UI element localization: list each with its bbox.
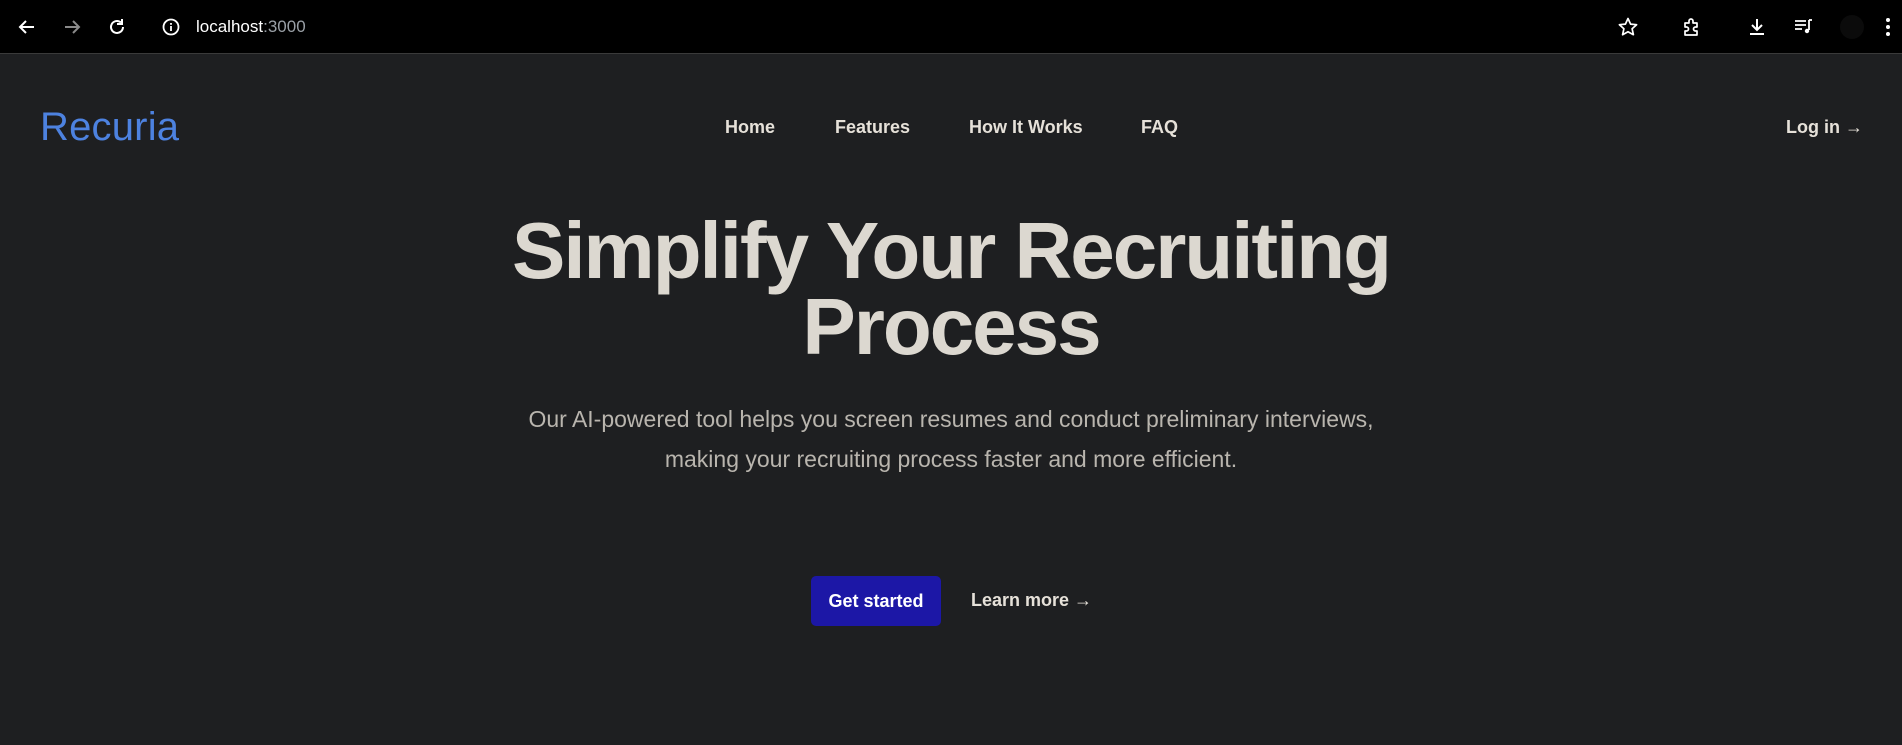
- get-started-button[interactable]: Get started: [811, 576, 941, 626]
- hero-title-line-2: Process: [802, 282, 1101, 371]
- browser-toolbar: localhost:3000: [0, 0, 1902, 54]
- star-icon[interactable]: [1615, 14, 1641, 40]
- address-bar[interactable]: localhost:3000: [196, 16, 306, 38]
- reload-icon[interactable]: [104, 14, 130, 40]
- site-info-icon[interactable]: [158, 14, 184, 40]
- hero-subtitle-line-1: Our AI-powered tool helps you screen res…: [528, 406, 1374, 432]
- page-content: Recuria Home Features How It Works FAQ L…: [0, 55, 1902, 745]
- login-link[interactable]: Log in →: [1786, 115, 1863, 139]
- hero-subtitle-line-2: making your recruiting process faster an…: [664, 446, 1238, 472]
- extensions-icon[interactable]: [1679, 14, 1705, 40]
- main-nav: Home Features How It Works FAQ: [0, 115, 1902, 139]
- nav-link-home[interactable]: Home: [725, 115, 775, 139]
- forward-arrow-icon[interactable]: [59, 14, 85, 40]
- more-vert-icon[interactable]: [1880, 14, 1896, 40]
- download-icon[interactable]: [1744, 14, 1770, 40]
- profile-avatar[interactable]: [1840, 15, 1864, 39]
- hero-title-line-1: Simplify Your Recruiting: [511, 206, 1392, 295]
- nav-link-faq[interactable]: FAQ: [1141, 115, 1178, 139]
- hero-title: Simplify Your Recruiting Process: [0, 206, 1902, 371]
- back-arrow-icon[interactable]: [14, 14, 40, 40]
- url-port: :3000: [263, 17, 306, 36]
- media-control-icon[interactable]: [1790, 14, 1816, 40]
- nav-link-how-it-works[interactable]: How It Works: [969, 115, 1083, 139]
- url-host: localhost: [196, 17, 264, 36]
- hero-subtitle: Our AI-powered tool helps you screen res…: [0, 399, 1902, 479]
- nav-link-features[interactable]: Features: [835, 115, 910, 139]
- learn-more-link[interactable]: Learn more →: [971, 588, 1092, 612]
